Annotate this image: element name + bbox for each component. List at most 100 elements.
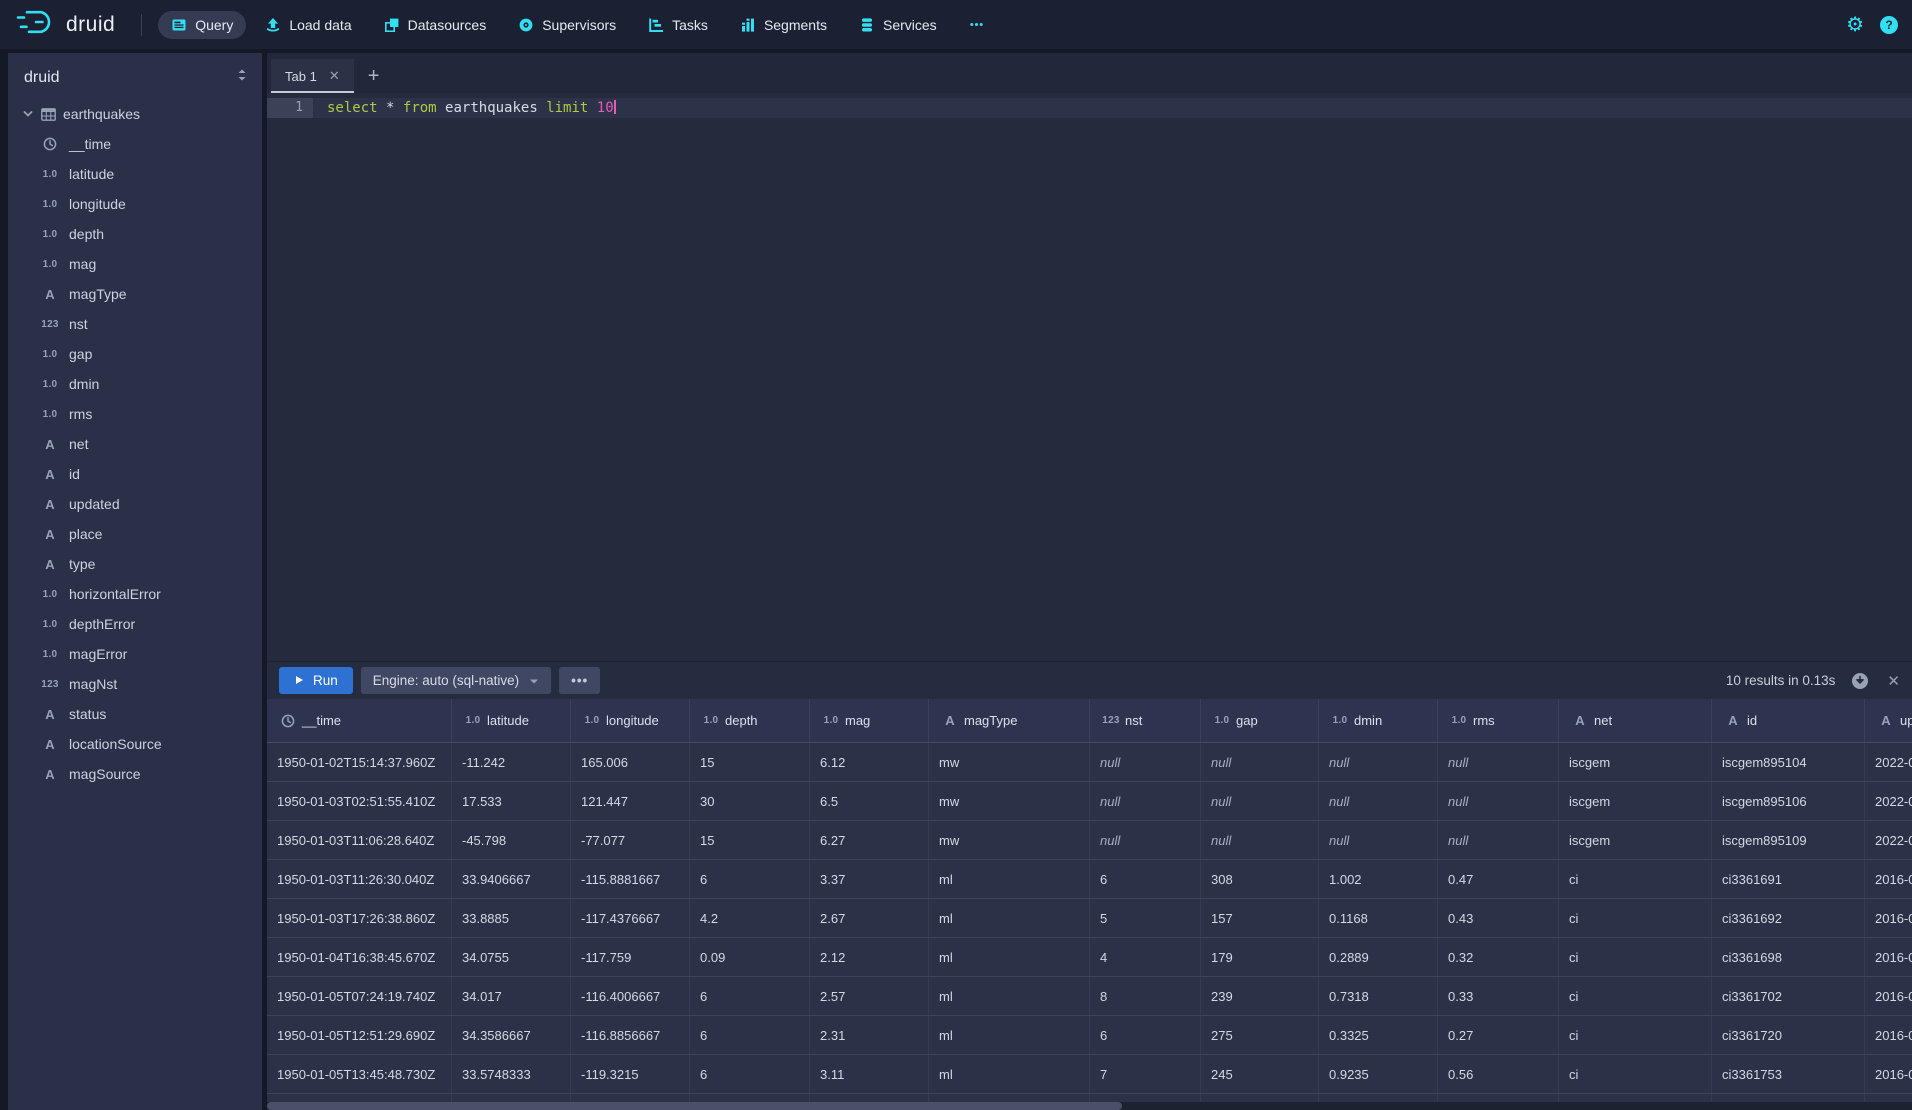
tree-column-mag[interactable]: 1.0mag <box>8 249 262 279</box>
table-cell[interactable]: 0.09 <box>690 938 810 976</box>
table-cell[interactable]: mw <box>929 782 1090 820</box>
table-cell[interactable]: 157 <box>1201 899 1319 937</box>
table-cell[interactable]: -115.8881667 <box>571 860 690 898</box>
engine-select[interactable]: Engine: auto (sql-native) <box>361 667 551 694</box>
table-cell[interactable]: null <box>1201 743 1319 781</box>
table-cell[interactable]: 1950-01-03T11:06:28.640Z <box>267 821 452 859</box>
column-header-mag[interactable]: 1.0mag <box>810 699 929 742</box>
column-header-id[interactable]: Aid <box>1712 699 1865 742</box>
table-cell[interactable]: 6 <box>690 860 810 898</box>
nav-item-segments[interactable]: Segments <box>727 11 840 39</box>
table-cell[interactable]: 34.0755 <box>452 938 571 976</box>
table-cell[interactable]: iscgem <box>1559 743 1712 781</box>
table-cell[interactable]: -116.8856667 <box>571 1016 690 1054</box>
table-cell[interactable]: 0.9235 <box>1319 1055 1438 1093</box>
table-cell[interactable]: 6.12 <box>810 743 929 781</box>
column-header-gap[interactable]: 1.0gap <box>1201 699 1319 742</box>
table-cell[interactable]: ci3361702 <box>1712 977 1865 1015</box>
table-cell[interactable]: 30 <box>690 782 810 820</box>
table-cell[interactable]: 33.8885 <box>452 899 571 937</box>
tree-column-dmin[interactable]: 1.0dmin <box>8 369 262 399</box>
table-cell[interactable]: null <box>1319 743 1438 781</box>
table-cell[interactable]: -119.3215 <box>571 1055 690 1093</box>
table-cell[interactable]: 2016-0 <box>1865 938 1912 976</box>
table-cell[interactable]: -45.798 <box>452 821 571 859</box>
table-cell[interactable]: null <box>1090 782 1201 820</box>
tree-column-rms[interactable]: 1.0rms <box>8 399 262 429</box>
table-cell[interactable]: 2022-0 <box>1865 743 1912 781</box>
tree-column-updated[interactable]: Aupdated <box>8 489 262 519</box>
nav-item-query[interactable]: Query <box>158 11 246 39</box>
table-cell[interactable]: 2.31 <box>810 1016 929 1054</box>
tree-column-horizontalerror[interactable]: 1.0horizontalError <box>8 579 262 609</box>
table-cell[interactable]: 1950-01-03T17:26:38.860Z <box>267 899 452 937</box>
tab-1[interactable]: Tab 1 ✕ <box>271 59 354 93</box>
table-cell[interactable]: -116.4006667 <box>571 977 690 1015</box>
table-cell[interactable]: iscgem895109 <box>1712 821 1865 859</box>
table-cell[interactable]: ml <box>929 860 1090 898</box>
table-cell[interactable]: 2016-0 <box>1865 860 1912 898</box>
table-cell[interactable]: 3.11 <box>810 1055 929 1093</box>
table-cell[interactable]: 15 <box>690 821 810 859</box>
table-cell[interactable]: 6.27 <box>810 821 929 859</box>
table-cell[interactable]: 275 <box>1201 1016 1319 1054</box>
table-cell[interactable]: 1950-01-04T16:38:45.670Z <box>267 938 452 976</box>
table-cell[interactable]: 0.3325 <box>1319 1016 1438 1054</box>
column-header-latitude[interactable]: 1.0latitude <box>452 699 571 742</box>
druid-logo[interactable]: druid <box>16 9 115 40</box>
table-cell[interactable]: 0.43 <box>1438 899 1559 937</box>
nav-item-services[interactable]: Services <box>846 11 950 39</box>
table-cell[interactable]: 3.37 <box>810 860 929 898</box>
nav-item-load-data[interactable]: Load data <box>252 11 364 39</box>
nav-item-supervisors[interactable]: Supervisors <box>505 11 629 39</box>
column-header-rms[interactable]: 1.0rms <box>1438 699 1559 742</box>
table-cell[interactable]: 1950-01-02T15:14:37.960Z <box>267 743 452 781</box>
table-cell[interactable]: ml <box>929 1055 1090 1093</box>
table-cell[interactable]: 121.447 <box>571 782 690 820</box>
add-tab-button[interactable]: + <box>354 59 394 93</box>
table-cell[interactable]: 6 <box>690 977 810 1015</box>
table-cell[interactable]: ci <box>1559 938 1712 976</box>
sql-line-1[interactable]: select * from earthquakes limit 10 <box>313 98 1912 118</box>
table-cell[interactable]: ci3361753 <box>1712 1055 1865 1093</box>
settings-gear-icon[interactable]: ⚙ <box>1846 15 1864 35</box>
tree-column-time[interactable]: __time <box>8 129 262 159</box>
table-cell[interactable]: 0.1168 <box>1319 899 1438 937</box>
table-cell[interactable]: 1950-01-05T13:45:48.730Z <box>267 1055 452 1093</box>
nav-item-more[interactable] <box>956 11 997 38</box>
table-cell[interactable]: iscgem895106 <box>1712 782 1865 820</box>
table-cell[interactable]: 34.3586667 <box>452 1016 571 1054</box>
sql-editor[interactable]: 1 select * from earthquakes limit 10 <box>267 93 1912 661</box>
table-cell[interactable]: 4.2 <box>690 899 810 937</box>
table-cell[interactable]: ci3361720 <box>1712 1016 1865 1054</box>
table-cell[interactable]: 2016-0 <box>1865 899 1912 937</box>
tree-column-magsource[interactable]: AmagSource <box>8 759 262 789</box>
table-cell[interactable]: -117.759 <box>571 938 690 976</box>
table-cell[interactable]: 2016-0 <box>1865 1016 1912 1054</box>
table-cell[interactable]: 17.533 <box>452 782 571 820</box>
column-header-nst[interactable]: 123nst <box>1090 699 1201 742</box>
column-header-time[interactable]: __time <box>267 699 452 742</box>
nav-item-tasks[interactable]: Tasks <box>635 11 721 39</box>
table-cell[interactable]: ci <box>1559 860 1712 898</box>
table-cell[interactable]: 34.017 <box>452 977 571 1015</box>
column-header-dmin[interactable]: 1.0dmin <box>1319 699 1438 742</box>
column-header-longitude[interactable]: 1.0longitude <box>571 699 690 742</box>
table-cell[interactable]: 6 <box>1090 860 1201 898</box>
table-cell[interactable]: ci <box>1559 1055 1712 1093</box>
table-cell[interactable]: ci3361691 <box>1712 860 1865 898</box>
close-tab-icon[interactable]: ✕ <box>329 68 340 84</box>
table-cell[interactable]: ci3361698 <box>1712 938 1865 976</box>
run-button[interactable]: Run <box>279 667 353 694</box>
tree-column-net[interactable]: Anet <box>8 429 262 459</box>
table-cell[interactable]: 0.56 <box>1438 1055 1559 1093</box>
tree-column-depth[interactable]: 1.0depth <box>8 219 262 249</box>
table-cell[interactable]: ci <box>1559 899 1712 937</box>
table-cell[interactable]: null <box>1438 782 1559 820</box>
table-cell[interactable]: 0.27 <box>1438 1016 1559 1054</box>
table-cell[interactable]: 2.12 <box>810 938 929 976</box>
table-cell[interactable]: 0.2889 <box>1319 938 1438 976</box>
table-cell[interactable]: null <box>1438 743 1559 781</box>
table-cell[interactable]: mw <box>929 743 1090 781</box>
code-area[interactable]: select * from earthquakes limit 10 <box>313 98 1912 661</box>
